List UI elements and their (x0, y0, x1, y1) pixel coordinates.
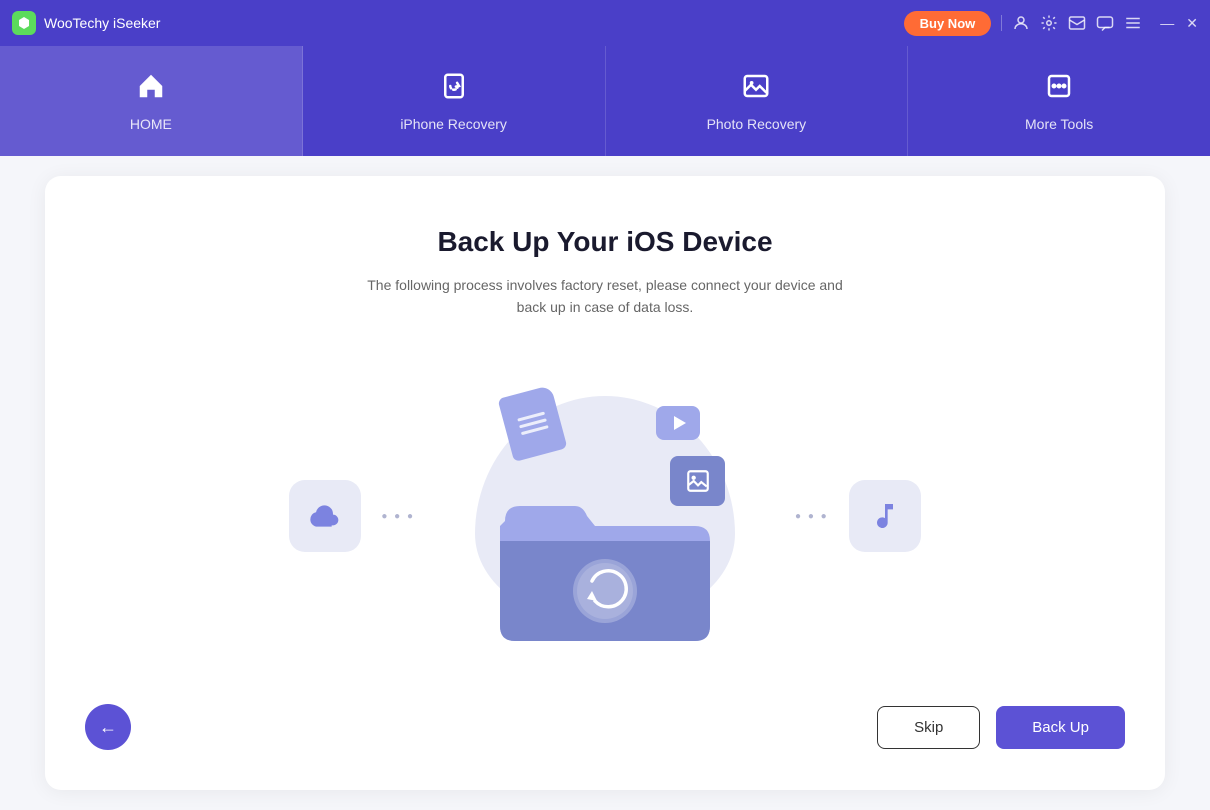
backup-button[interactable]: Back Up (996, 706, 1125, 749)
tab-photo-recovery[interactable]: Photo Recovery (606, 46, 909, 156)
cloud-icon-box (289, 480, 361, 552)
skip-button[interactable]: Skip (877, 706, 980, 749)
center-illustration (435, 376, 775, 656)
window-controls: — ✕ (1160, 15, 1198, 32)
app-logo (12, 11, 36, 35)
right-dots: ● ● ● (795, 511, 829, 522)
divider (1001, 15, 1002, 31)
back-button[interactable]: ← (85, 704, 131, 750)
minimize-button[interactable]: — (1160, 15, 1174, 31)
tab-iphone-recovery-label: iPhone Recovery (400, 116, 507, 132)
nav-tabs: HOME iPhone Recovery Photo Recovery More… (0, 46, 1210, 156)
title-bar-actions: Buy Now — ✕ (904, 11, 1198, 36)
illustration-container: ● ● ● (289, 359, 920, 674)
page-subtitle: The following process involves factory r… (355, 274, 855, 319)
more-tools-icon (1044, 71, 1074, 106)
app-name: WooTechy iSeeker (44, 15, 904, 31)
right-buttons: Skip Back Up (877, 706, 1125, 749)
bottom-actions: ← Skip Back Up (85, 704, 1125, 750)
tab-more-tools[interactable]: More Tools (908, 46, 1210, 156)
tab-iphone-recovery[interactable]: iPhone Recovery (303, 46, 606, 156)
buy-now-button[interactable]: Buy Now (904, 11, 992, 36)
settings-icon[interactable] (1040, 14, 1058, 32)
tab-home[interactable]: HOME (0, 46, 303, 156)
content-card: Back Up Your iOS Device The following pr… (45, 176, 1165, 790)
tab-home-label: HOME (130, 116, 172, 132)
close-button[interactable]: ✕ (1186, 15, 1198, 32)
chat-icon[interactable] (1096, 14, 1114, 32)
page-title: Back Up Your iOS Device (437, 226, 772, 258)
title-bar: WooTechy iSeeker Buy Now — ✕ (0, 0, 1210, 46)
mail-icon[interactable] (1068, 14, 1086, 32)
user-icon[interactable] (1012, 14, 1030, 32)
folder-svg (495, 466, 715, 646)
home-icon (136, 71, 166, 106)
menu-icon[interactable] (1124, 14, 1142, 32)
music-icon-box (849, 480, 921, 552)
tab-photo-recovery-label: Photo Recovery (707, 116, 807, 132)
main-content: Back Up Your iOS Device The following pr… (0, 156, 1210, 810)
image-icon (741, 71, 771, 106)
left-dots: ● ● ● (381, 511, 415, 522)
refresh-icon (439, 71, 469, 106)
floating-video-icon (656, 406, 700, 440)
tab-more-tools-label: More Tools (1025, 116, 1093, 132)
